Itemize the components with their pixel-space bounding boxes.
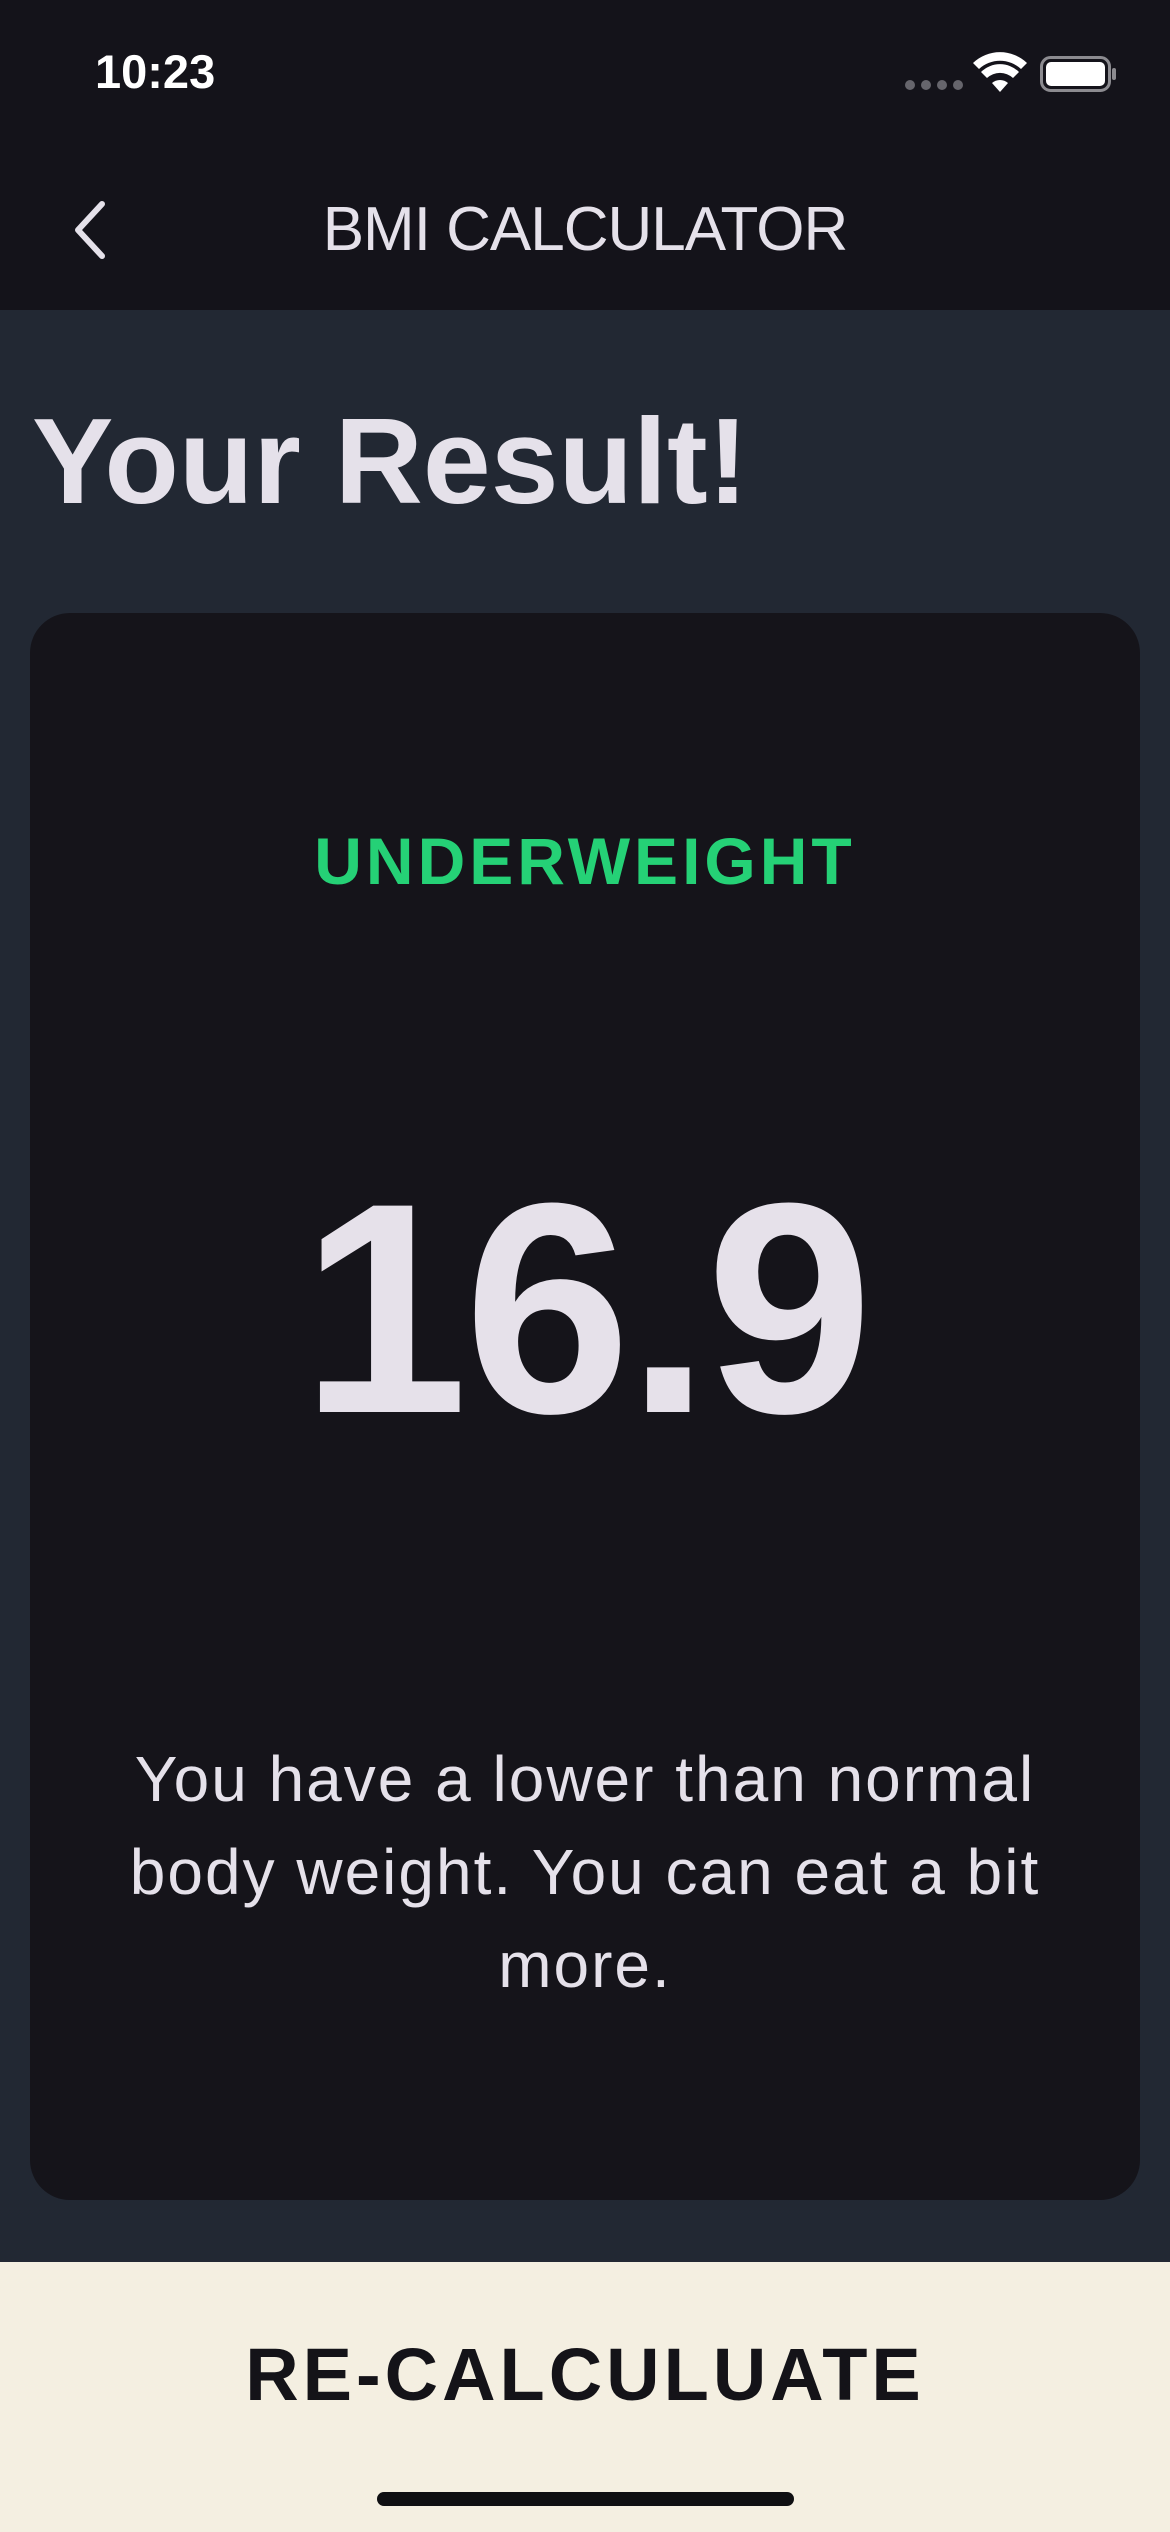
cellular-signal-icon	[905, 80, 963, 90]
result-status-label: UNDERWEIGHT	[314, 824, 856, 898]
bmi-value: 16.9	[301, 1140, 873, 1476]
result-message: You have a lower than normal body weight…	[129, 1743, 1041, 2001]
battery-icon	[1040, 56, 1116, 92]
back-button[interactable]	[50, 190, 130, 270]
page-title: Your Result!	[32, 393, 749, 529]
chevron-left-icon	[75, 201, 105, 259]
nav-title: BMI CALCULATOR	[322, 195, 849, 264]
status-bar: 10:23	[0, 0, 1170, 150]
navigation-bar: BMI CALCULATOR	[0, 150, 1170, 310]
wifi-icon	[973, 52, 1027, 92]
result-card: UNDERWEIGHT 16.9 You have a lower than n…	[30, 613, 1140, 2200]
status-time: 10:23	[95, 45, 216, 98]
recalculate-button[interactable]: RE-CALCULUATE	[0, 2262, 1170, 2532]
recalculate-button-label: RE-CALCULUATE	[245, 2333, 925, 2416]
home-indicator	[377, 2492, 794, 2506]
